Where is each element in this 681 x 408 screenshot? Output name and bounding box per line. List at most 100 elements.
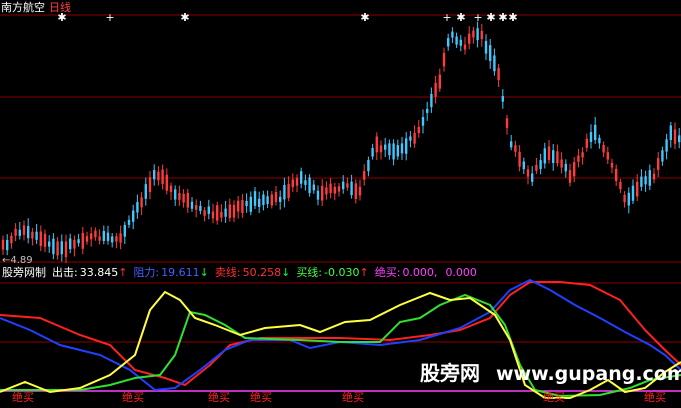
- indicator-item-value: -0.030: [324, 266, 360, 279]
- candle-body: [308, 177, 311, 193]
- signal-mark-icon: ✱: [486, 11, 495, 24]
- candle-body: [266, 196, 269, 204]
- candle-body: [577, 155, 580, 162]
- candle-body: [249, 196, 252, 212]
- candle-body: [346, 183, 349, 188]
- candle-body: [400, 143, 404, 154]
- candle-body: [589, 132, 593, 142]
- candle-body: [631, 185, 635, 201]
- candle-body: [455, 36, 458, 45]
- candle-body: [245, 200, 248, 206]
- candle-body: [31, 231, 34, 239]
- candle-body: [476, 28, 479, 41]
- candle-body: [98, 236, 101, 241]
- candle-body: [379, 145, 383, 153]
- signal-mark-icon: ✱: [456, 11, 465, 24]
- candle-body: [90, 233, 93, 240]
- period-label: 日线: [49, 1, 71, 14]
- candle-body: [127, 219, 131, 225]
- chart-title-bar: 南方航空 日线: [1, 1, 71, 14]
- candle-body: [148, 177, 152, 193]
- candle-body: [43, 233, 47, 247]
- watermark-cn: 股旁网: [420, 361, 480, 385]
- indicator-item-value: 33.845: [79, 266, 119, 279]
- indicator-item: 0.000: [443, 266, 477, 279]
- candle-body: [606, 152, 609, 160]
- candle-body: [468, 33, 471, 44]
- indicator-item: 出击: 33.845↑: [52, 266, 127, 279]
- candle-body: [367, 160, 370, 172]
- indicator-item-label: 绝买:: [374, 266, 401, 279]
- candle-body: [594, 124, 597, 140]
- candle-body: [10, 235, 13, 244]
- candle-body: [413, 132, 416, 144]
- candle-body: [182, 193, 185, 203]
- candle-body: [270, 194, 273, 206]
- candle-body: [489, 45, 492, 61]
- candle-body: [358, 186, 362, 196]
- indicator-item-value: 19.611: [161, 266, 200, 279]
- candle-body: [493, 55, 496, 72]
- candle-body: [81, 232, 84, 249]
- candle-body: [262, 194, 265, 206]
- signal-mark-icon: ✱: [180, 11, 189, 24]
- candle-body: [115, 236, 118, 242]
- candle-body: [510, 141, 513, 148]
- indicator-item-value: 0.000,: [402, 266, 438, 279]
- candle-body: [253, 191, 257, 206]
- signal-mark-icon: ✱: [360, 11, 369, 24]
- signal-mark-icon: +: [105, 11, 114, 24]
- candle-body: [531, 173, 534, 182]
- candle-body: [337, 186, 341, 192]
- candle-body: [354, 183, 357, 199]
- indicator-item-value: 50.258: [242, 266, 282, 279]
- candle-body: [396, 145, 399, 157]
- candle-body: [539, 160, 542, 170]
- candle-body: [123, 224, 126, 237]
- candle-body: [48, 241, 51, 247]
- candle-body: [220, 212, 223, 218]
- candle-body: [69, 238, 72, 250]
- candle-body: [165, 174, 168, 191]
- candle-body: [228, 204, 231, 218]
- candle-body: [417, 126, 420, 134]
- indicator-name: 股旁网制: [2, 266, 46, 279]
- candle-body: [22, 225, 26, 235]
- candle-body: [438, 74, 441, 89]
- stock-name: 南方航空: [1, 1, 45, 14]
- candle-body: [610, 163, 614, 168]
- candle-body: [442, 52, 446, 67]
- chart-canvas[interactable]: ✱ + ✱ ✱ + ✱ + ✱ ✱ ✱: [0, 0, 681, 408]
- candle-body: [636, 181, 639, 197]
- candle-body: [673, 129, 677, 144]
- candle-body: [304, 180, 307, 185]
- candle-body: [6, 240, 9, 251]
- candle-body: [501, 96, 504, 102]
- candle-body: [186, 192, 189, 208]
- candle-body: [279, 196, 282, 202]
- candle-body: [111, 236, 114, 243]
- candle-body: [484, 40, 488, 54]
- candle-body: [623, 194, 626, 203]
- candle-body: [598, 137, 601, 144]
- candle-body: [451, 31, 454, 38]
- candle-body: [102, 231, 105, 241]
- candle-body: [199, 205, 202, 212]
- candle-body: [568, 170, 572, 183]
- signal-label: 绝买: [250, 391, 272, 404]
- candle-body: [241, 200, 244, 213]
- arrow-down-icon: ↓: [199, 266, 209, 279]
- candle-body: [585, 138, 588, 148]
- candle-body: [27, 226, 30, 239]
- signal-label: 绝买: [122, 391, 144, 404]
- signal-label: 绝买: [12, 391, 34, 404]
- candle-body: [350, 181, 353, 196]
- candle-body: [237, 200, 240, 212]
- candle-body: [363, 171, 366, 180]
- candle-body: [384, 144, 387, 150]
- candle-body: [405, 138, 408, 154]
- candle-body: [64, 241, 68, 257]
- candle-body: [342, 181, 345, 190]
- candle-body: [106, 232, 110, 241]
- indicator-item: 绝买: 0.000,: [375, 266, 438, 279]
